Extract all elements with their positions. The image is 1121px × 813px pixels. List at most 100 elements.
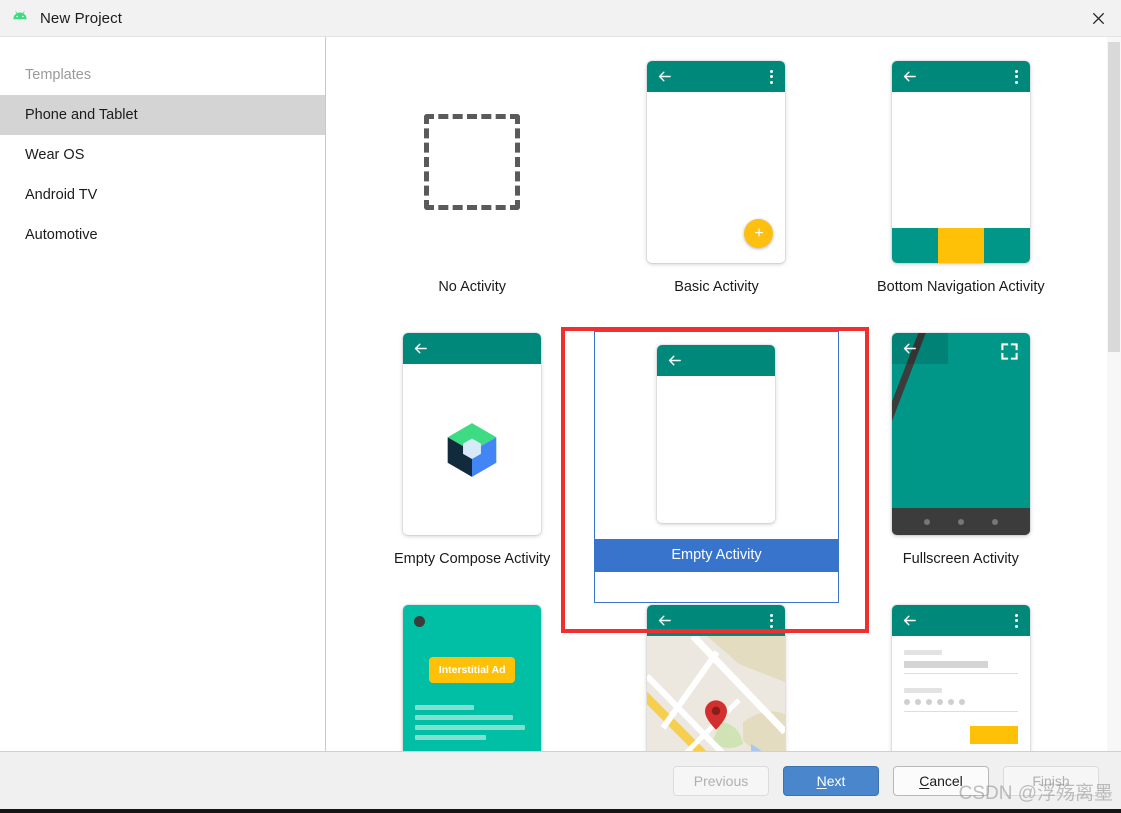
title-bar: New Project [0,0,1121,37]
phone-mockup [891,333,1030,535]
template-thumbnail: + [647,61,786,263]
template-card-fullscreen-activity[interactable]: Fullscreen Activity [839,331,1083,603]
overflow-menu-icon [1012,612,1021,630]
password-label-placeholder [903,688,942,693]
sidebar-item-label: Automotive [25,227,98,243]
template-thumbnail [403,333,542,535]
new-project-dialog: New Project Templates Phone and Tablet W… [0,0,1121,813]
template-thumbnail: Interstitial Ad [403,605,542,751]
phone-mockup [403,333,542,535]
scrollbar-thumb[interactable] [1108,42,1120,352]
sidebar-item-label: Wear OS [25,147,85,163]
sidebar-item-wear-os[interactable]: Wear OS [0,135,325,175]
previous-button-label: Previous [693,772,749,789]
cancel-mnemonic: C [919,772,930,789]
field-underline [903,673,1018,674]
app-bar [647,61,786,92]
login-form-preview [891,636,1030,751]
password-dots-icon [903,699,1018,705]
map-graphic [647,636,786,751]
template-card-bottom-navigation-activity[interactable]: Bottom Navigation Activity [839,59,1083,331]
template-label: Bottom Navigation Activity [877,279,1045,295]
template-gallery: No Activity + Basic Activity Bottom Navi… [326,37,1121,751]
map-pin-icon [705,699,728,730]
back-arrow-icon [659,615,672,626]
fullscreen-expand-icon [1001,343,1018,360]
overflow-menu-icon [1012,68,1021,86]
app-bar [647,605,786,636]
back-arrow-icon [414,343,428,354]
back-arrow-icon [903,343,916,354]
next-button-rest: ext [826,772,846,789]
system-nav-bar [891,508,1030,535]
nav-segment [891,228,938,263]
phone-mockup [657,345,776,523]
next-mnemonic: N [816,772,827,789]
template-thumbnail [647,333,785,535]
template-thumbnail [403,61,541,263]
finish-button[interactable]: Finish [1003,765,1099,796]
template-thumbnail [647,605,786,751]
templates-sidebar: Templates Phone and Tablet Wear OS Andro… [0,37,326,751]
floating-action-button-icon: + [744,219,774,248]
template-card-google-maps-activity[interactable]: Google Maps Activity [594,603,838,751]
back-arrow-icon [659,71,672,82]
sidebar-item-automotive[interactable]: Automotive [0,215,325,255]
dashed-square-icon [424,114,521,210]
template-card-login-activity[interactable]: Login Activity [839,603,1083,751]
cancel-button-label: Cancel [919,773,963,789]
vertical-scrollbar[interactable] [1107,37,1121,751]
dialog-footer: Previous Next Cancel Finish CSDN @浮殇离墨 [0,751,1121,809]
sidebar-item-phone-and-tablet[interactable]: Phone and Tablet [0,95,325,135]
sidebar-item-label: Templates [25,67,92,83]
cancel-button[interactable]: Cancel [893,765,989,796]
sign-in-button-placeholder [969,726,1018,744]
app-bar [891,605,1030,636]
back-arrow-icon [903,71,916,82]
app-bar [891,333,948,364]
back-arrow-icon [669,355,682,366]
sidebar-item-label: Phone and Tablet [25,107,138,123]
phone-mockup [647,605,786,751]
template-thumbnail [891,605,1030,751]
template-grid: No Activity + Basic Activity Bottom Navi… [326,37,1107,751]
dialog-body: Templates Phone and Tablet Wear OS Andro… [0,37,1121,751]
template-card-empty-activity[interactable]: Empty Activity [594,331,839,603]
bottom-navigation-bar [891,228,1030,263]
phone-mockup [891,61,1030,263]
previous-button[interactable]: Previous [673,765,769,796]
username-value-placeholder [903,661,989,668]
template-card-no-activity[interactable]: No Activity [350,59,594,331]
nav-segment [983,228,1030,263]
interstitial-ad-button: Interstitial Ad [429,657,516,683]
close-icon[interactable] [1075,0,1121,37]
template-card-empty-compose-activity[interactable]: Empty Compose Activity [350,331,594,603]
next-button[interactable]: Next [783,765,879,796]
app-bar [657,345,776,376]
sidebar-item-label: Android TV [25,187,98,203]
phone-mockup: + [647,61,786,263]
template-card-google-admob-ads-activity[interactable]: Interstitial Ad [350,603,594,751]
nav-segment-active [937,228,984,263]
finish-button-label: Finish [1032,772,1070,789]
cancel-button-rest: ancel [929,772,963,789]
back-arrow-icon [903,615,916,626]
template-label: Basic Activity [674,279,759,295]
template-label: Fullscreen Activity [902,551,1019,567]
bottom-strip [0,809,1121,813]
avatar-dot-icon [414,616,426,627]
template-label: Empty Compose Activity [394,551,551,567]
overflow-menu-icon [767,68,776,86]
admob-preview: Interstitial Ad [403,605,542,751]
overflow-menu-icon [767,612,776,630]
next-button-label: Next [817,773,846,789]
template-label: Empty Activity [595,539,838,572]
jetpack-compose-logo-icon [447,422,497,477]
app-bar [891,61,1030,92]
template-card-basic-activity[interactable]: + Basic Activity [594,59,838,331]
app-bar [403,333,542,364]
phone-mockup: Interstitial Ad [403,605,542,751]
template-thumbnail [891,333,1030,535]
sidebar-item-android-tv[interactable]: Android TV [0,175,325,215]
phone-mockup [891,605,1030,751]
